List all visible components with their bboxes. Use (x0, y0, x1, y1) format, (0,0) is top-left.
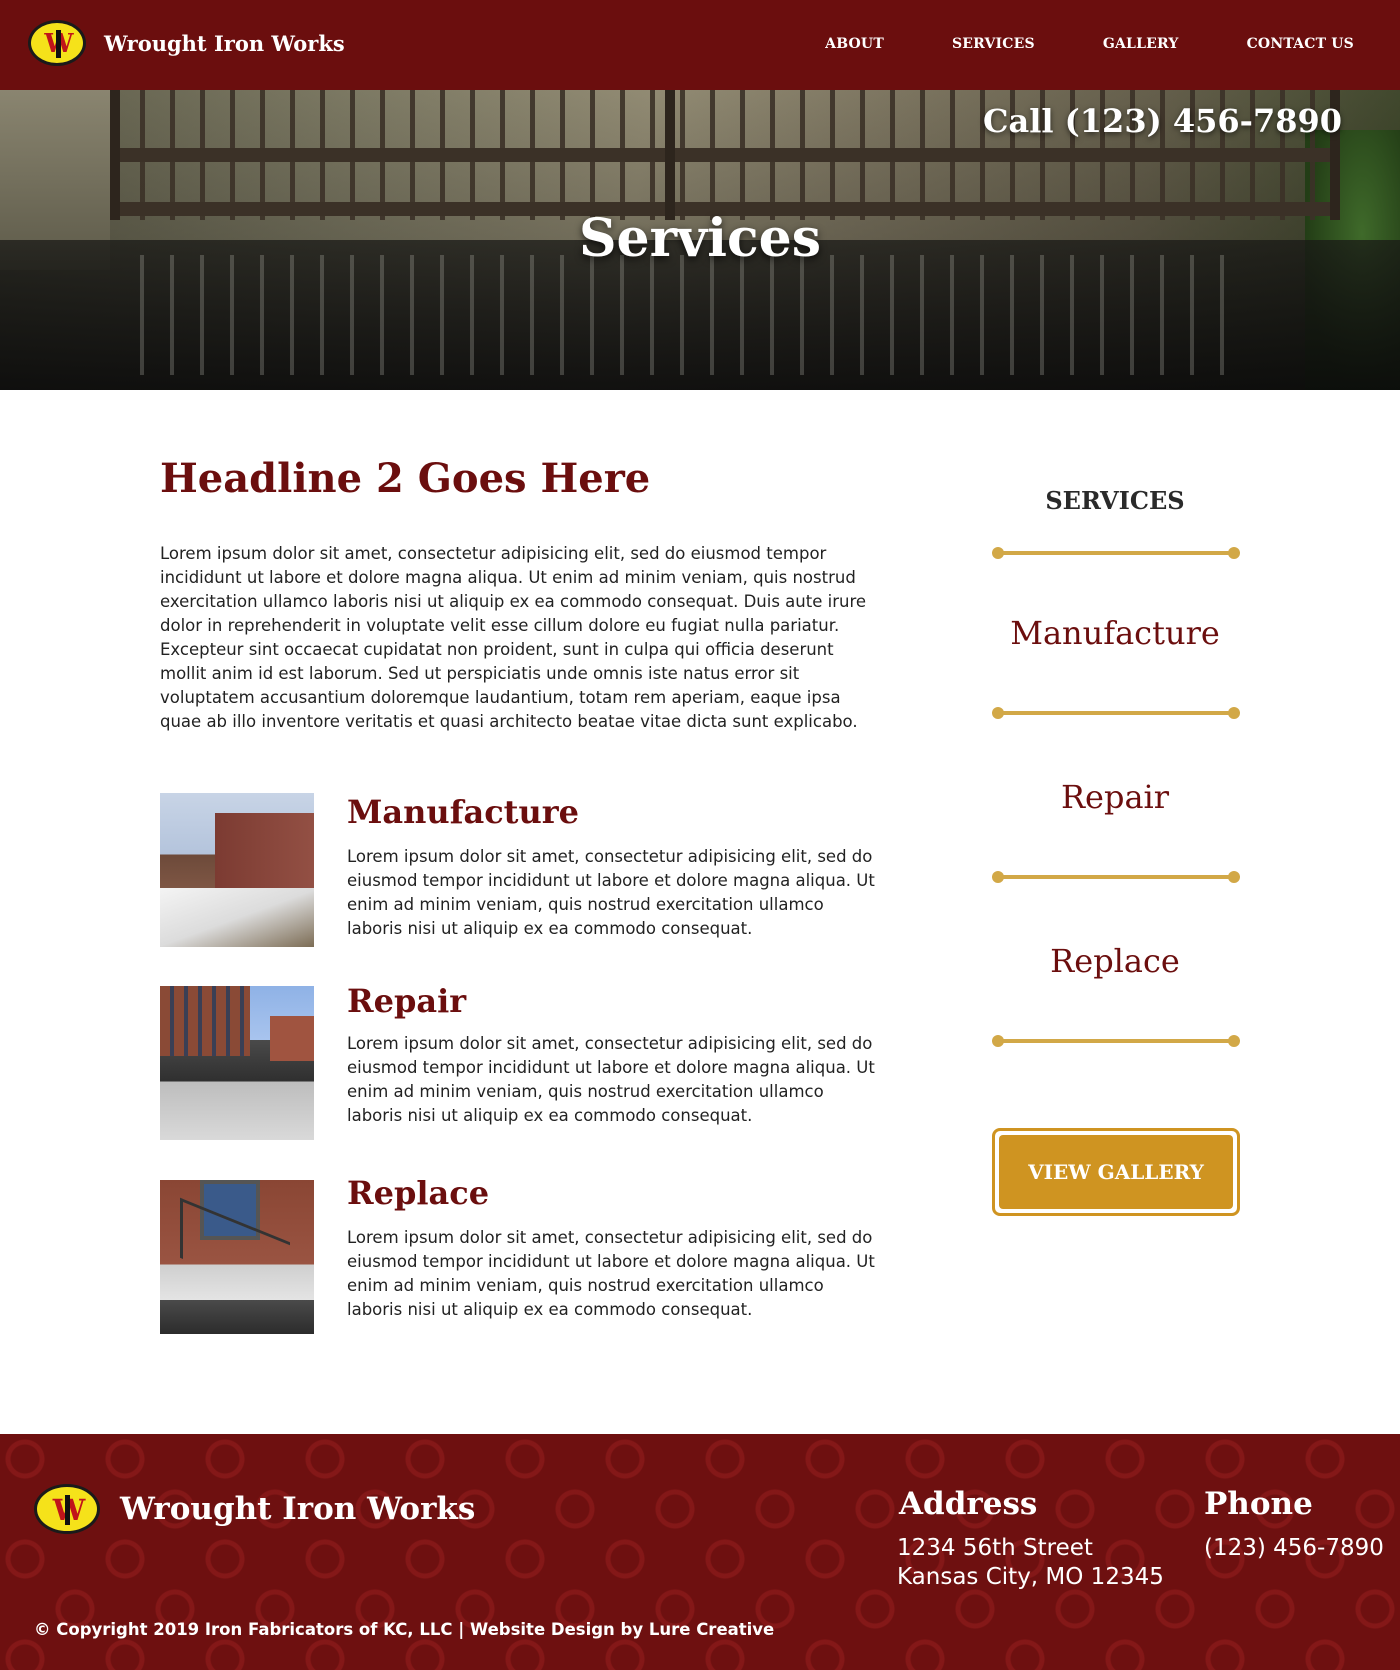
page-title: Services (578, 208, 822, 269)
hero-banner: Call (123) 456-7890 Services (0, 90, 1400, 390)
footer-address-line2: Kansas City, MO 12345 (897, 1564, 1164, 1590)
sidebar-title: SERVICES (1045, 486, 1185, 515)
sidebar-link-repair[interactable]: Repair (990, 778, 1240, 816)
service-description: Lorem ipsum dolor sit amet, consectetur … (347, 847, 875, 938)
site-logo[interactable]: W Wrought Iron Works (28, 20, 345, 66)
site-footer: W Wrought Iron Works Address 1234 56th S… (0, 1434, 1400, 1670)
service-item-repair: Repair Lorem ipsum dolor sit amet, conse… (160, 982, 875, 1141)
site-name: Wrought Iron Works (104, 30, 345, 56)
service-item-replace: Replace Lorem ipsum dolor sit amet, cons… (160, 1174, 875, 1335)
logo-badge-icon: W (34, 1484, 100, 1534)
nav-gallery[interactable]: GALLERY (1103, 36, 1179, 52)
service-item-manufacture: Manufacture Lorem ipsum dolor sit amet, … (160, 793, 875, 948)
replace-photo (160, 1180, 314, 1334)
sidebar-link-replace[interactable]: Replace (990, 942, 1240, 980)
intro-paragraph: Lorem ipsum dolor sit amet, consectetur … (160, 544, 867, 731)
logo-badge-icon: W (28, 20, 86, 66)
main-nav: ABOUT SERVICES GALLERY CONTACT US (757, 36, 1354, 52)
hero-phone-cta[interactable]: Call (123) 456-7890 (983, 102, 1342, 140)
footer-site-name: Wrought Iron Works (120, 1491, 476, 1527)
view-gallery-label: VIEW GALLERY (999, 1135, 1233, 1209)
footer-phone-heading: Phone (1204, 1486, 1313, 1522)
hero-gate-reflection (140, 255, 1240, 375)
repair-photo (160, 986, 314, 1140)
sidebar-divider (992, 546, 1240, 560)
service-title: Repair (347, 982, 467, 1020)
nav-services[interactable]: SERVICES (952, 36, 1035, 52)
site-header: W Wrought Iron Works ABOUT SERVICES GALL… (0, 0, 1400, 90)
footer-address-line1: 1234 56th Street (897, 1535, 1093, 1561)
sidebar-link-manufacture[interactable]: Manufacture (990, 614, 1240, 652)
footer-address-heading: Address (899, 1486, 1038, 1522)
nav-contact-us[interactable]: CONTACT US (1247, 36, 1354, 52)
footer-phone-link[interactable]: (123) 456-7890 (1204, 1534, 1384, 1563)
footer-logo[interactable]: W Wrought Iron Works (34, 1484, 475, 1534)
sidebar-divider (992, 1034, 1240, 1048)
service-description: Lorem ipsum dolor sit amet, consectetur … (347, 1228, 875, 1319)
content-headline: Headline 2 Goes Here (160, 455, 651, 502)
service-title: Manufacture (347, 793, 579, 831)
nav-about[interactable]: ABOUT (825, 36, 884, 52)
sidebar-divider (992, 870, 1240, 884)
manufacture-photo (160, 793, 314, 947)
service-title: Replace (347, 1174, 490, 1212)
footer-copyright: © Copyright 2019 Iron Fabricators of KC,… (34, 1620, 775, 1639)
sidebar-divider (992, 706, 1240, 720)
service-description: Lorem ipsum dolor sit amet, consectetur … (347, 1034, 875, 1125)
view-gallery-button[interactable]: VIEW GALLERY (992, 1128, 1240, 1216)
